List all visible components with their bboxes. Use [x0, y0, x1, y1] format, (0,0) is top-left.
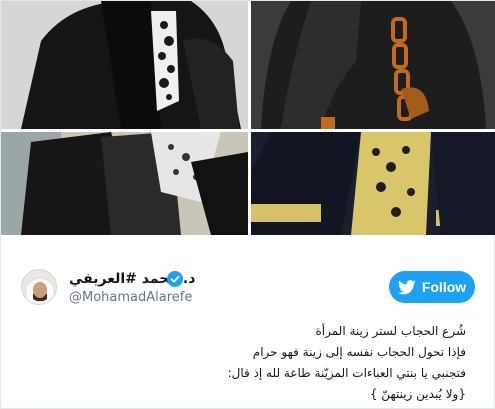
abaya-photo-1[interactable]	[1, 1, 248, 129]
tweet-line: {ولا يُبدين زينتهنّ }	[369, 387, 466, 401]
follow-button-label: Follow	[421, 279, 467, 295]
black-abaya-gold-trim-photo	[251, 1, 495, 129]
abaya-photo-4[interactable]	[251, 132, 495, 235]
black-abaya-lace-photo	[1, 132, 248, 235]
black-abaya-white-embroidery-photo	[1, 1, 248, 129]
black-abaya-yellow-lace-photo	[251, 132, 495, 235]
twitter-bird-icon	[397, 279, 416, 294]
follow-button[interactable]: Follow	[389, 271, 475, 303]
abaya-photo-2[interactable]	[251, 1, 495, 129]
tweet-line: شُرع الحجاب لستر زينة المرأة	[315, 324, 467, 338]
abaya-photo-3[interactable]	[1, 132, 248, 235]
tweet-line: فتجنبي يا بنتي العباءات المزيّنة طاعة لل…	[227, 366, 466, 380]
verified-badge-icon	[167, 271, 183, 287]
tweet-line: فإذا تحول الحجاب نفسه إلى زينة فهو حرام	[252, 345, 466, 359]
media-grid	[1, 1, 495, 235]
embedded-tweet-card: د. محمد #العريفي @MohamadAlarefe Follow …	[0, 0, 495, 409]
tweet-text: شُرع الحجاب لستر زينة المرأة فإذا تحول ا…	[26, 321, 466, 405]
avatar[interactable]	[21, 269, 57, 305]
author-handle[interactable]: @MohamadAlarefe	[69, 290, 192, 305]
